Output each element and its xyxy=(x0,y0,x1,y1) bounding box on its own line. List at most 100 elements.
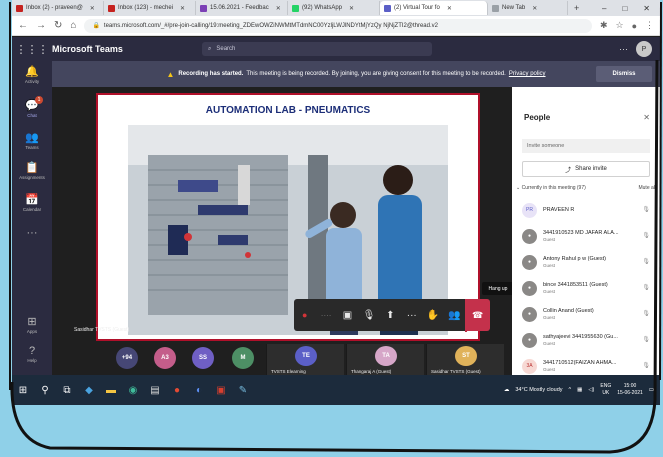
browser-tab[interactable]: Inbox (2) - praveen@ ✕ xyxy=(12,1,104,15)
participant-row[interactable]: PR PRAVEEN R 🎙 xyxy=(512,197,660,223)
share-invite-button[interactable]: ⤴ Share invite xyxy=(522,161,650,177)
participant-row[interactable]: ● Antony Rahul p w (Guest) Guest 🎙 xyxy=(512,249,660,275)
weather-text[interactable]: 34°C Mostly cloudy xyxy=(515,387,562,393)
camera-off-icon[interactable]: ▣ xyxy=(337,299,358,331)
participant-role: Guest xyxy=(543,341,556,346)
office-icon[interactable]: ▣ xyxy=(210,375,232,405)
raise-hand-icon[interactable]: ✋ xyxy=(422,299,443,331)
clock[interactable]: 15:00 15-06-2021 xyxy=(617,383,643,397)
notifications-icon[interactable]: ▭ xyxy=(649,387,654,393)
browser-tab[interactable]: New Tab ✕ xyxy=(488,1,568,15)
rail-item-chat[interactable]: 💬 Chat 1 xyxy=(12,96,52,118)
banner-text: This meeting is being recorded. By joini… xyxy=(246,71,506,77)
profile-icon[interactable]: ● xyxy=(632,21,637,31)
chrome-icon[interactable]: ● xyxy=(166,375,188,405)
file-explorer-icon[interactable]: ▬ xyxy=(100,375,122,405)
unread-badge: 1 xyxy=(35,96,43,104)
mail-icon[interactable]: ▤ xyxy=(144,375,166,405)
windows-start-icon[interactable]: ⊞ xyxy=(12,375,34,405)
browser-tab[interactable]: (2) Virtual Tour fo ✕ xyxy=(380,1,488,15)
browser-tab[interactable]: Inbox (123) - mechei ✕ xyxy=(104,1,196,15)
browser-menu-icon[interactable]: ⋮ xyxy=(645,20,654,31)
new-tab-icon[interactable]: + xyxy=(574,3,579,13)
volume-icon[interactable]: ◁) xyxy=(588,387,594,393)
participant-row[interactable]: ● Collin Anand (Guest) Guest 🎙 xyxy=(512,301,660,327)
dismiss-button[interactable]: Dismiss xyxy=(596,66,652,82)
more-options-icon[interactable]: ··· xyxy=(619,44,628,54)
in-meeting-section[interactable]: ⌄ Currently in this meeting (97) Mute al… xyxy=(516,185,656,191)
participant-bubble[interactable]: A3 xyxy=(154,347,176,369)
browser-tab[interactable]: (92) WhatsApp ✕ xyxy=(288,1,380,15)
browser-tab[interactable]: 15.06.2021 - Feedbac ✕ xyxy=(196,1,288,15)
minimize-icon[interactable]: – xyxy=(602,4,606,13)
participant-row[interactable]: ● bince 3441853511 (Guest) Guest 🎙 xyxy=(512,275,660,301)
back-icon[interactable]: ← xyxy=(18,20,28,31)
browser-tab-bar: Inbox (2) - praveen@ ✕ Inbox (123) - meche… xyxy=(12,0,660,16)
avatar: ST xyxy=(455,346,477,366)
language-indicator[interactable]: ENG UK xyxy=(600,383,611,397)
privacy-policy-link[interactable]: Privacy policy xyxy=(509,71,546,77)
share-screen-icon[interactable]: ⬆ xyxy=(380,299,401,331)
forward-icon[interactable]: → xyxy=(36,20,46,31)
app-launcher-icon[interactable]: ⋮⋮⋮ xyxy=(12,43,52,56)
video-tile[interactable]: ST Sasidhar TVSTS (Guest) xyxy=(426,344,504,375)
hang-up-button[interactable]: ☎ xyxy=(465,299,490,331)
participant-row[interactable]: ● sathyajeevi 3441955630 (Gu... Guest 🎙 xyxy=(512,327,660,353)
close-panel-icon[interactable]: ✕ xyxy=(643,113,650,122)
rail-item-[interactable]: ··· xyxy=(12,227,52,239)
mic-off-icon[interactable]: 🎙 xyxy=(358,299,379,331)
rail-item-help[interactable]: ? Help xyxy=(12,345,52,363)
edge-icon[interactable]: ◉ xyxy=(122,375,144,405)
home-icon[interactable]: ⌂ xyxy=(70,20,76,31)
video-tile[interactable]: TA Thangaraj A (Guest) xyxy=(346,344,424,375)
rail-item-calendar[interactable]: 📅 Calendar xyxy=(12,193,52,212)
participant-bubble[interactable]: SS xyxy=(192,347,214,369)
avatar: ● xyxy=(522,254,537,270)
participant-row[interactable]: 3A 3441710512(FAIZAN AHMA... Guest 🎙 xyxy=(512,353,660,375)
url-text: teams.microsoft.com/_#/pre-join-calling/… xyxy=(103,22,438,29)
more-icon: ··· xyxy=(26,227,38,239)
teams-icon: 👥 xyxy=(25,132,39,144)
rail-item-activity[interactable]: 🔔 Activity xyxy=(12,65,52,84)
participant-bubble[interactable]: M xyxy=(232,347,254,369)
network-icon[interactable]: ▦ xyxy=(577,387,582,393)
windows-taskbar: ⊞ ⚲ ⧉ ◆ ▬ ◉ ▤ ● ◐ ▣ ✎ ☁ 34°C Mostly clou… xyxy=(12,375,660,405)
reload-icon[interactable]: ↻ xyxy=(54,20,62,31)
more-actions-icon[interactable]: ··· xyxy=(401,299,422,331)
zoom-icon[interactable]: ◐ xyxy=(188,375,210,405)
search-input[interactable]: ⌕ Search xyxy=(202,42,432,56)
search-icon[interactable]: ⚲ xyxy=(34,375,56,405)
participant-bubble[interactable]: +94 xyxy=(116,347,138,369)
invite-input[interactable]: Invite someone xyxy=(522,139,650,153)
avatar: ● xyxy=(522,280,537,296)
extensions-icon[interactable]: ✱ xyxy=(600,20,608,31)
rail-item-assignments[interactable]: 📋 Assignments xyxy=(12,161,52,180)
maximize-icon[interactable]: □ xyxy=(622,4,627,13)
paint-icon[interactable]: ✎ xyxy=(232,375,254,405)
tab-close-icon[interactable]: ✕ xyxy=(349,5,354,12)
participant-name: Collin Anand (Guest) xyxy=(543,308,594,314)
url-field[interactable]: 🔒 teams.microsoft.com/_#/pre-join-callin… xyxy=(84,18,592,33)
tab-close-icon[interactable]: ✕ xyxy=(180,5,185,12)
tab-close-icon[interactable]: ✕ xyxy=(276,5,281,12)
rail-item-teams[interactable]: 👥 Teams xyxy=(12,131,52,150)
participants-icon[interactable]: 👥 xyxy=(444,299,465,331)
assignments-icon: 📋 xyxy=(25,162,39,174)
tab-favicon-icon xyxy=(16,4,23,12)
tray-chevron-icon[interactable]: ^ xyxy=(569,387,572,393)
teams-brand: Microsoft Teams xyxy=(52,44,123,54)
mute-all-button[interactable]: Mute all xyxy=(638,185,656,191)
close-icon[interactable]: ✕ xyxy=(643,4,650,13)
rail-item-apps[interactable]: ⊞ Apps xyxy=(12,315,52,334)
bookmark-star-icon[interactable]: ☆ xyxy=(615,20,623,31)
tab-close-icon[interactable]: ✕ xyxy=(90,5,95,12)
store-icon[interactable]: ◆ xyxy=(78,375,100,405)
video-tile[interactable]: TE TVSTS Elearning xyxy=(266,344,344,375)
tab-close-icon[interactable]: ✕ xyxy=(532,5,537,12)
task-view-icon[interactable]: ⧉ xyxy=(56,375,78,405)
avatar-initials: TA xyxy=(382,353,390,359)
participant-row[interactable]: ● 3441910523 MD JAFAR ALA... Guest 🎙 xyxy=(512,223,660,249)
tab-close-icon[interactable]: ✕ xyxy=(447,5,452,12)
people-title: People xyxy=(524,113,551,122)
avatar[interactable]: P xyxy=(636,41,652,57)
